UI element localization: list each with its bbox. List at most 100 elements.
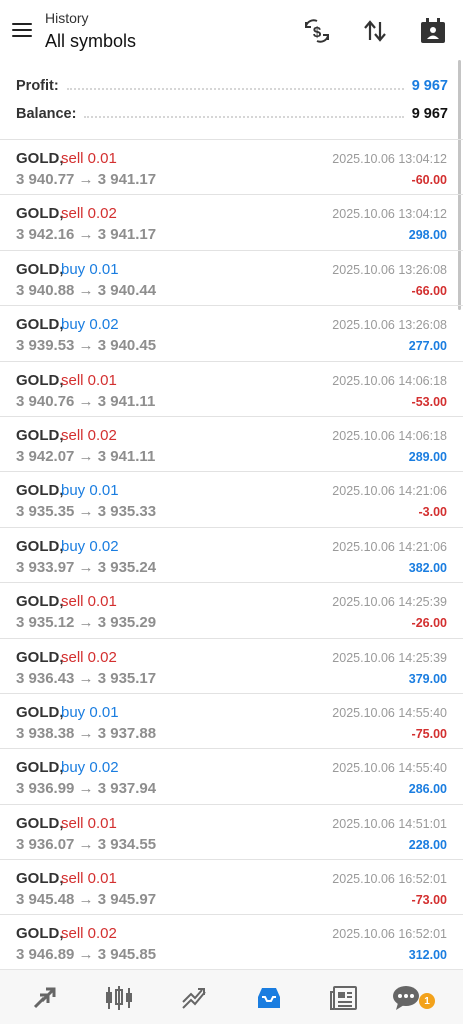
deal-type: buy 0.01: [61, 703, 119, 721]
balance-label: Balance:: [16, 106, 77, 122]
deal-symbol: GOLD,: [16, 205, 64, 223]
deal-profit: 286.00: [408, 782, 447, 797]
chat-badge: 1: [419, 993, 435, 1009]
deal-type: buy 0.02: [61, 537, 119, 555]
bottom-nav: 1: [0, 969, 463, 1024]
deal-row[interactable]: GOLD, buy 0.01 2025.10.06 14:21:06 3 935.35…: [0, 471, 463, 526]
dotted-leader: [66, 88, 404, 90]
deal-symbol: GOLD,: [16, 426, 64, 444]
deal-row[interactable]: GOLD, sell 0.01 2025.10.06 14:06:18 3 940.7…: [0, 360, 463, 416]
deal-profit: -3.00: [418, 505, 448, 520]
deal-row[interactable]: GOLD, sell 0.02 2025.10.06 14:06:18 3 942.0…: [0, 415, 463, 471]
deal-symbol: GOLD,: [16, 703, 64, 721]
dotted-leader: [84, 116, 404, 118]
deal-time: 2025.10.06 14:51:01: [332, 816, 447, 831]
page-title[interactable]: All symbols: [45, 31, 136, 52]
deal-profit: -26.00: [411, 616, 447, 631]
menu-icon[interactable]: [12, 20, 34, 40]
deal-type: buy 0.02: [61, 316, 119, 334]
deal-prices: 3 939.53 → 3 940.45: [16, 337, 157, 355]
deal-time: 2025.10.06 14:55:40: [332, 705, 447, 720]
deal-row[interactable]: GOLD, buy 0.02 2025.10.06 14:21:06 3 933.97…: [0, 526, 463, 582]
deal-profit: -53.00: [411, 394, 447, 409]
deal-time: 2025.10.06 14:21:06: [332, 539, 447, 554]
profit-row: Profit: 9 967: [16, 76, 448, 96]
deal-type: buy 0.01: [61, 482, 119, 500]
deal-row[interactable]: GOLD, sell 0.01 2025.10.06 13:04:12 3 940.7…: [0, 139, 463, 194]
deal-prices: 3 940.88 → 3 940.44: [16, 281, 157, 299]
deal-prices: 3 936.07 → 3 934.55: [16, 835, 157, 853]
quotes-icon[interactable]: [28, 982, 62, 1014]
deal-prices: 3 940.77 → 3 941.17: [16, 171, 157, 188]
deal-row[interactable]: GOLD, sell 0.01 2025.10.06 14:51:01 3 936.0…: [0, 803, 463, 859]
deal-symbol: GOLD,: [16, 593, 64, 611]
deal-prices: 3 938.38 → 3 937.88: [16, 724, 157, 742]
deal-profit: 312.00: [408, 948, 447, 963]
deal-time: 2025.10.06 13:26:08: [332, 262, 447, 277]
deal-type: sell 0.01: [61, 814, 117, 832]
deal-profit: -66.00: [411, 283, 447, 298]
deal-prices: 3 942.07 → 3 941.11: [16, 447, 156, 465]
deals-list: GOLD, sell 0.01 2025.10.06 13:04:12 3 940.7…: [0, 139, 463, 970]
deal-prices: 3 935.35 → 3 935.33: [16, 503, 157, 521]
deal-row[interactable]: GOLD, buy 0.02 2025.10.06 13:26:08 3 939.53…: [0, 305, 463, 360]
deal-time: 2025.10.06 13:26:08: [332, 318, 447, 333]
deal-profit: -73.00: [411, 893, 447, 908]
calendar-icon[interactable]: [418, 16, 448, 46]
deal-row[interactable]: GOLD, buy 0.01 2025.10.06 13:26:08 3 940.88…: [0, 249, 463, 305]
deal-type: sell 0.02: [61, 925, 117, 943]
deal-prices: 3 936.99 → 3 937.94: [16, 780, 157, 798]
deal-row[interactable]: GOLD, sell 0.02 2025.10.06 16:52:01 3 946.8…: [0, 914, 463, 969]
deal-time: 2025.10.06 13:04:12: [332, 152, 447, 166]
deal-profit: 277.00: [408, 339, 447, 354]
deal-time: 2025.10.06 16:52:01: [332, 872, 447, 887]
deal-profit: 379.00: [408, 671, 447, 686]
deal-time: 2025.10.06 13:04:12: [332, 207, 447, 222]
deal-row[interactable]: GOLD, sell 0.01 2025.10.06 16:52:01 3 945.4…: [0, 859, 463, 914]
deal-symbol: GOLD,: [16, 648, 64, 666]
sort-icon[interactable]: [360, 16, 390, 46]
deal-prices: 3 936.43 → 3 935.17: [16, 669, 157, 687]
deal-profit: 289.00: [408, 449, 447, 464]
deal-symbol: GOLD,: [16, 925, 64, 943]
deal-profit: 228.00: [408, 837, 447, 852]
currency-swap-icon[interactable]: $: [302, 16, 332, 46]
profit-label: Profit:: [16, 78, 59, 94]
account-summary: Profit: 9 967 Balance: 9 967: [0, 66, 463, 139]
deal-symbol: GOLD,: [16, 814, 64, 832]
deal-row[interactable]: GOLD, buy 0.01 2025.10.06 14:55:40 3 938.38…: [0, 692, 463, 748]
deal-symbol: GOLD,: [16, 537, 64, 555]
deal-row[interactable]: GOLD, sell 0.02 2025.10.06 14:25:39 3 936.4…: [0, 637, 463, 693]
deal-symbol: GOLD,: [16, 371, 64, 389]
deal-time: 2025.10.06 14:06:18: [332, 373, 447, 388]
deal-type: sell 0.01: [61, 150, 117, 167]
deal-symbol: GOLD,: [16, 870, 64, 888]
deal-row[interactable]: GOLD, buy 0.02 2025.10.06 14:55:40 3 936.99…: [0, 748, 463, 803]
header-subtitle: History: [45, 10, 89, 26]
deal-type: sell 0.01: [61, 870, 117, 888]
deal-row[interactable]: GOLD, sell 0.02 2025.10.06 13:04:12 3 942.1…: [0, 194, 463, 249]
deal-type: sell 0.02: [61, 426, 117, 444]
deal-profit: -75.00: [411, 726, 447, 741]
deal-prices: 3 935.12 → 3 935.29: [16, 614, 157, 632]
app-header: History All symbols $: [0, 0, 463, 66]
deal-symbol: GOLD,: [16, 260, 64, 278]
deal-row[interactable]: GOLD, sell 0.01 2025.10.06 14:25:39 3 935.1…: [0, 582, 463, 637]
trade-icon[interactable]: [177, 982, 211, 1014]
deal-symbol: GOLD,: [16, 759, 64, 777]
deal-prices: 3 933.97 → 3 935.24: [16, 558, 157, 576]
history-icon[interactable]: [252, 982, 286, 1014]
deal-time: 2025.10.06 14:55:40: [332, 761, 447, 776]
news-icon[interactable]: [327, 982, 361, 1014]
deal-profit: 298.00: [408, 228, 447, 243]
profit-value: 9 967: [411, 78, 448, 94]
balance-value: 9 967: [411, 106, 448, 122]
deal-profit: 382.00: [408, 560, 447, 575]
deal-time: 2025.10.06 14:21:06: [332, 484, 447, 499]
deal-type: sell 0.01: [61, 593, 117, 611]
deal-symbol: GOLD,: [16, 482, 64, 500]
deal-time: 2025.10.06 14:25:39: [332, 595, 447, 610]
chart-icon[interactable]: [102, 982, 136, 1014]
deal-time: 2025.10.06 16:52:01: [332, 927, 447, 942]
deal-prices: 3 940.76 → 3 941.11: [16, 392, 156, 410]
